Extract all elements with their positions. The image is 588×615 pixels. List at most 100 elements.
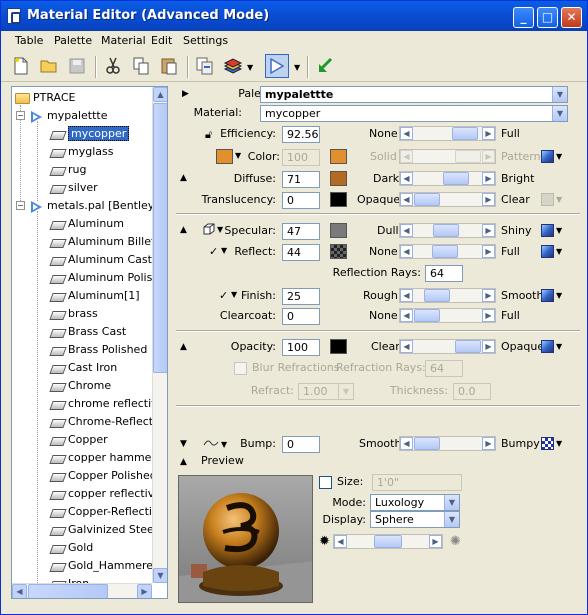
slider-knob[interactable]: [432, 245, 459, 258]
maximize-button[interactable]: □: [537, 7, 558, 28]
translucency-input[interactable]: 0: [282, 192, 320, 209]
tree-item-material[interactable]: Brass Polished: [50, 341, 147, 358]
collapse-arrow-icon[interactable]: ▲: [180, 342, 187, 352]
slider-right-arrow-icon[interactable]: ▶: [482, 340, 495, 353]
slider-knob[interactable]: [443, 172, 470, 185]
color-pattern-swatch[interactable]: [330, 149, 347, 164]
save-icon[interactable]: [65, 54, 89, 78]
finish-slider[interactable]: ◀ ▶: [399, 288, 496, 303]
slider-right-arrow-icon[interactable]: ▶: [482, 127, 495, 140]
bump-slider[interactable]: ◀ ▶: [399, 436, 496, 451]
slider-knob[interactable]: [455, 150, 481, 163]
scroll-left-button[interactable]: ◀: [12, 584, 27, 598]
tree-item-material[interactable]: Aluminum Polishe: [50, 269, 166, 286]
collapse-arrow-icon[interactable]: ▲: [180, 225, 187, 235]
slider-knob[interactable]: [414, 437, 440, 450]
tree-item-material[interactable]: copper hammere: [50, 449, 163, 466]
tree-item-material[interactable]: Chrome-Reflectiv: [50, 413, 163, 430]
slider-left-arrow-icon[interactable]: ◀: [400, 245, 413, 258]
tree-item-material[interactable]: chrome reflective: [50, 395, 164, 412]
copy-icon[interactable]: [129, 54, 153, 78]
scroll-thumb[interactable]: [28, 584, 108, 598]
slider-knob[interactable]: [424, 289, 451, 302]
scroll-up-button[interactable]: ▲: [153, 87, 167, 102]
tree-palette-metals[interactable]: metals.pal [Bentley_M: [30, 197, 167, 214]
tree-item-material[interactable]: copper reflective: [50, 485, 161, 502]
expand-arrow-icon[interactable]: ▶: [182, 89, 189, 99]
slider-knob[interactable]: [433, 224, 460, 237]
blur-refractions-checkbox[interactable]: [234, 362, 247, 375]
collapse-toggle[interactable]: −: [16, 201, 25, 210]
tree-item-material[interactable]: Cast Iron: [50, 359, 117, 376]
menu-material[interactable]: Material: [101, 34, 146, 47]
bump-map-icon[interactable]: ▼: [541, 436, 563, 451]
preview-light-slider[interactable]: ◀ ▶: [333, 534, 443, 549]
color-input[interactable]: 100: [282, 149, 320, 166]
tree-item-silver[interactable]: silver: [50, 179, 98, 196]
reflect-slider[interactable]: ◀ ▶: [399, 244, 496, 259]
specular-map-icon[interactable]: ▼: [541, 223, 563, 238]
slider-knob[interactable]: [452, 127, 479, 140]
slider-knob[interactable]: [414, 309, 440, 322]
menu-edit[interactable]: Edit: [151, 34, 172, 47]
scroll-down-button[interactable]: ▼: [153, 568, 167, 583]
open-icon[interactable]: [37, 54, 61, 78]
slider-right-arrow-icon[interactable]: ▶: [482, 289, 495, 302]
slider-right-arrow-icon[interactable]: ▶: [482, 150, 495, 163]
slider-left-arrow-icon[interactable]: ◀: [400, 193, 413, 206]
palette-select-icon[interactable]: [265, 54, 289, 78]
reflect-input[interactable]: 44: [282, 244, 320, 261]
tree-item-material[interactable]: Aluminum Cast: [50, 251, 152, 268]
slider-left-arrow-icon[interactable]: ◀: [400, 437, 413, 450]
finish-input[interactable]: 25: [282, 288, 320, 305]
cut-icon[interactable]: [101, 54, 125, 78]
palette-tree[interactable]: PTRACE − mypalettte mycopper myglass rug…: [11, 86, 168, 599]
reflect-swatch[interactable]: [330, 244, 347, 259]
tree-item-material[interactable]: brass: [50, 305, 98, 322]
tree-item-mycopper[interactable]: mycopper: [50, 125, 130, 142]
slider-right-arrow-icon[interactable]: ▶: [482, 172, 495, 185]
palette-stack-dropdown-icon[interactable]: ▼: [247, 63, 253, 72]
reflect-map-icon[interactable]: ▼: [541, 244, 563, 259]
minimize-button[interactable]: _: [513, 7, 534, 28]
tree-item-material[interactable]: Aluminum: [50, 215, 124, 232]
palette-select[interactable]: mypalettte ▼: [260, 86, 568, 103]
slider-right-arrow-icon[interactable]: ▶: [482, 224, 495, 237]
translucency-slider[interactable]: ◀ ▶: [399, 192, 496, 207]
tree-item-material[interactable]: Copper Polished: [50, 467, 157, 484]
color-slider[interactable]: ◀ ▶: [399, 149, 496, 164]
slider-left-arrow-icon[interactable]: ◀: [400, 150, 413, 163]
opacity-input[interactable]: 100: [282, 339, 320, 356]
collapse-arrow-icon[interactable]: ▲: [180, 457, 187, 467]
menu-settings[interactable]: Settings: [183, 34, 228, 47]
size-checkbox[interactable]: [319, 476, 332, 489]
clearcoat-slider[interactable]: ◀ ▶: [399, 308, 496, 323]
diffuse-swatch[interactable]: [330, 171, 347, 186]
title-bar[interactable]: Material Editor (Advanced Mode) _ □ ✕: [1, 1, 587, 31]
opacity-swatch[interactable]: [330, 339, 347, 354]
tree-item-material[interactable]: Aluminum Billet: [50, 233, 155, 250]
slider-right-arrow-icon[interactable]: ▶: [482, 193, 495, 206]
collapse-arrow-icon[interactable]: ▲: [180, 173, 187, 183]
tree-item-material[interactable]: Brass Cast: [50, 323, 126, 340]
slider-right-arrow-icon[interactable]: ▶: [482, 245, 495, 258]
diffuse-slider[interactable]: ◀ ▶: [399, 171, 496, 186]
specular-input[interactable]: 47: [282, 223, 320, 240]
tree-item-material[interactable]: Chrome: [50, 377, 111, 394]
material-select[interactable]: mycopper ▼: [260, 105, 568, 122]
finish-map-icon[interactable]: ▼: [541, 288, 563, 303]
palette-select-dropdown-icon[interactable]: ▼: [294, 63, 300, 72]
clearcoat-input[interactable]: 0: [282, 308, 320, 325]
slider-knob[interactable]: [455, 340, 481, 353]
mode-select[interactable]: Luxology ▼: [370, 494, 460, 511]
specular-swatch[interactable]: [330, 223, 347, 238]
thickness-input[interactable]: 0.0: [453, 383, 491, 400]
slider-knob[interactable]: [414, 193, 440, 206]
tree-root[interactable]: PTRACE: [15, 89, 76, 106]
refract-select[interactable]: 1.00 ▼: [298, 383, 354, 400]
slider-left-arrow-icon[interactable]: ◀: [400, 224, 413, 237]
efficiency-slider[interactable]: ◀ ▶: [399, 126, 496, 141]
close-button[interactable]: ✕: [561, 7, 582, 28]
tree-item-rug[interactable]: rug: [50, 161, 86, 178]
scroll-right-button[interactable]: ▶: [137, 584, 152, 598]
